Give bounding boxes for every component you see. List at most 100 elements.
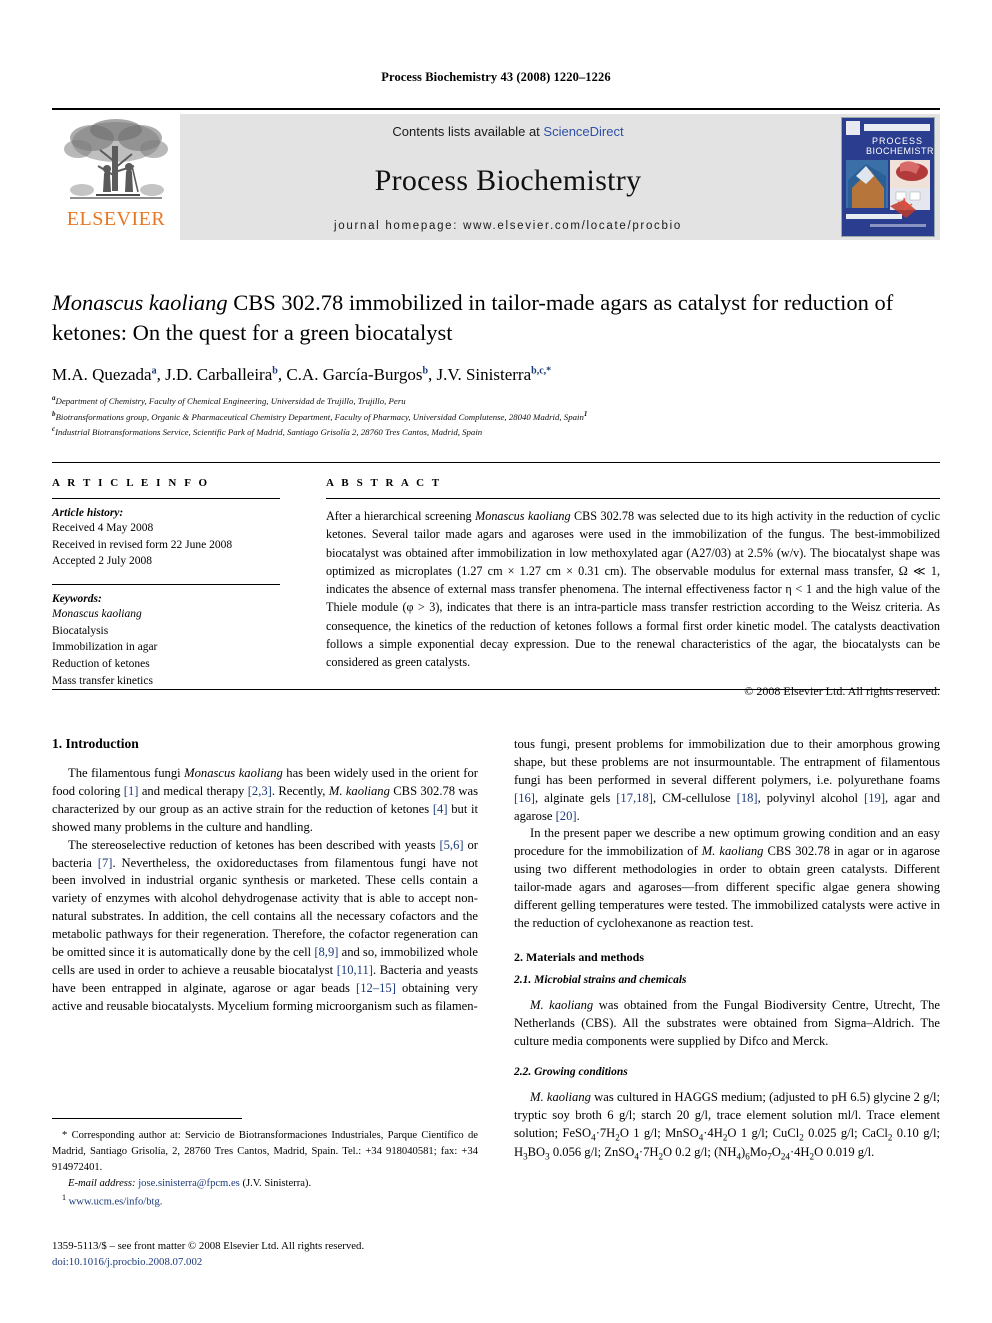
chem-sub: 24 xyxy=(780,1151,790,1162)
intro-paragraph-1: The filamentous fungi Monascus kaoliang … xyxy=(52,765,478,837)
author-affil-mark: a xyxy=(151,365,157,377)
subsection-heading-2-1: 2.1. Microbial strains and chemicals xyxy=(514,974,687,987)
author-affil-mark: b xyxy=(272,365,278,377)
email-note: E-mail address: jose.sinisterra@fpcm.es … xyxy=(52,1176,478,1192)
sciencedirect-link[interactable]: ScienceDirect xyxy=(543,124,623,139)
citation-ref[interactable]: [19] xyxy=(864,791,885,805)
issn-copyright: 1359-5113/$ – see front matter © 2008 El… xyxy=(52,1240,365,1252)
citation-ref[interactable]: [10,11] xyxy=(337,963,373,977)
keyword-item: Reduction of ketones xyxy=(52,658,150,671)
author-name[interactable]: C.A. García-Burgos xyxy=(286,365,422,384)
article-history-heading: Article history: xyxy=(52,507,124,519)
citation-ref[interactable]: [4] xyxy=(433,802,448,816)
intro-paragraph-2: The stereoselective reduction of ketones… xyxy=(52,837,478,1016)
citation-ref[interactable]: [1] xyxy=(124,784,139,798)
journal-masthead: ELSEVIER Contents lists available at Sci… xyxy=(52,108,940,240)
citation-ref[interactable]: [20] xyxy=(556,809,577,823)
affiliation-list: aDepartment of Chemistry, Faculty of Che… xyxy=(52,393,940,440)
masthead-center: Contents lists available at ScienceDirec… xyxy=(180,114,836,240)
abstract-text: After a hierarchical screening Monascus … xyxy=(326,507,940,672)
elsevier-wordmark: ELSEVIER xyxy=(66,208,166,230)
footer-block: 1359-5113/$ – see front matter © 2008 El… xyxy=(52,1238,552,1270)
text-run: , alginate gels xyxy=(534,790,617,805)
text-run: O 0.019 g/l. xyxy=(814,1145,875,1160)
email-link[interactable]: jose.sinisterra@fpcm.es xyxy=(138,1178,240,1189)
citation-ref[interactable]: [8,9] xyxy=(314,945,338,959)
citation-ref[interactable]: [12–15] xyxy=(356,981,396,995)
journal-homepage-link[interactable]: journal homepage: www.elsevier.com/locat… xyxy=(334,220,682,232)
url-note: 1 www.ucm.es/info/btg. xyxy=(52,1192,478,1210)
text-run: ·4H xyxy=(703,1125,723,1140)
citation-ref[interactable]: [17,18] xyxy=(616,791,653,805)
keywords-heading: Keywords: xyxy=(52,593,102,606)
text-run: tous fungi, present problems for immobil… xyxy=(514,737,940,787)
keyword-item: Mass transfer kinetics xyxy=(52,674,153,687)
author-name[interactable]: J.V. Sinisterra xyxy=(437,365,532,384)
organism-name: M. kaoliang xyxy=(530,1090,591,1105)
contents-available-line: Contents lists available at ScienceDirec… xyxy=(392,124,623,139)
text-run: . Nevertheless, the oxidoreductases from… xyxy=(52,855,478,959)
article-info-label: A R T I C L E I N F O xyxy=(52,477,210,489)
citation-ref[interactable]: [16] xyxy=(514,791,535,805)
text-run: O xyxy=(771,1145,781,1160)
corresponding-author-note: * Corresponding author at: Servicio de B… xyxy=(52,1130,478,1173)
title-organism: Monascus kaoliang xyxy=(52,290,228,315)
article-info-column: A R T I C L E I N F O Article history: R… xyxy=(52,477,304,699)
citation-ref[interactable]: [7] xyxy=(98,856,113,870)
affiliation-item: bBiotransformations group, Organic & Pha… xyxy=(52,409,940,425)
author-list: M.A. Quezadaa, J.D. Carballeirab, C.A. G… xyxy=(52,365,552,384)
intro-paragraph-4: In the present paper we describe a new o… xyxy=(514,825,940,932)
affiliation-item: cIndustrial Biotransformations Service, … xyxy=(52,424,940,440)
abstract-pre: After a hierarchical screening xyxy=(326,509,476,523)
materials-paragraph: M. kaoliang was obtained from the Fungal… xyxy=(514,997,940,1051)
citation-ref[interactable]: [2,3] xyxy=(248,784,272,798)
divider xyxy=(326,498,940,499)
elsevier-tree-icon xyxy=(64,119,168,199)
right-column: tous fungi, present problems for immobil… xyxy=(514,736,940,1164)
email-label: E-mail address: xyxy=(68,1177,136,1189)
keyword-item: Biocatalysis xyxy=(52,624,109,637)
author-affil-mark: b xyxy=(422,365,429,377)
text-run: BO xyxy=(527,1145,546,1160)
left-column: 1. Introduction The filamentous fungi Mo… xyxy=(52,736,478,1015)
text-run: ·7H xyxy=(638,1145,659,1160)
email-author: (J.V. Sinisterra). xyxy=(242,1177,312,1189)
text-run: The filamentous fungi xyxy=(68,766,185,781)
doi-link[interactable]: doi:10.1016/j.procbio.2008.07.002 xyxy=(52,1254,552,1270)
journal-title: Process Biochemistry xyxy=(374,164,642,197)
affiliation-text: Department of Chemistry, Faculty of Chem… xyxy=(55,395,406,406)
text-run: , polyvinyl alcohol xyxy=(757,790,865,805)
text-run: , CM-cellulose xyxy=(652,790,737,805)
footnote-block: * Corresponding author at: Servicio de B… xyxy=(52,1128,478,1210)
text-run: . Recently, xyxy=(271,784,329,799)
subsection-heading-2-2: 2.2. Growing conditions xyxy=(514,1066,628,1079)
running-head: Process Biochemistry 43 (2008) 1220–1226 xyxy=(381,70,611,84)
affiliation-text: Industrial Biotransformations Service, S… xyxy=(55,427,483,438)
footnote-mark: 1 xyxy=(62,1192,66,1202)
history-received: Received 4 May 2008 xyxy=(52,522,154,534)
organism-name: M. kaoliang xyxy=(701,844,764,859)
journal-cover-thumbnail[interactable]: PROCESS BIOCHEMISTRY xyxy=(841,117,935,237)
abstract-post: CBS 302.78 was selected due to its high … xyxy=(326,509,940,670)
author-name[interactable]: M.A. Quezada xyxy=(52,365,152,384)
affiliation-item: aDepartment of Chemistry, Faculty of Che… xyxy=(52,393,940,409)
citation-ref[interactable]: [5,6] xyxy=(439,838,463,852)
affiliation-note-mark: 1 xyxy=(583,409,588,418)
author-name[interactable]: J.D. Carballeira xyxy=(165,365,272,384)
abstract-column: A B S T R A C T After a hierarchical scr… xyxy=(304,477,940,699)
paper-page: Process Biochemistry 43 (2008) 1220–1226 xyxy=(0,0,992,1323)
section-heading-introduction: 1. Introduction xyxy=(52,736,139,751)
text-run: Mo xyxy=(749,1145,768,1160)
elsevier-logo: ELSEVIER xyxy=(52,114,180,240)
intro-paragraph-3: tous fungi, present problems for immobil… xyxy=(514,736,940,825)
text-run: O 1 g/l; CuCl xyxy=(727,1125,800,1140)
cover-artwork-icon: PROCESS BIOCHEMISTRY xyxy=(842,118,934,236)
growing-conditions-paragraph: M. kaoliang was cultured in HAGGS medium… xyxy=(514,1089,940,1164)
history-accepted: Accepted 2 July 2008 xyxy=(52,555,152,568)
article-title: Monascus kaoliang CBS 302.78 immobilized… xyxy=(52,288,940,347)
divider xyxy=(52,498,280,499)
citation-ref[interactable]: [18] xyxy=(737,791,758,805)
text-run: O 0.2 g/l; (NH xyxy=(663,1145,737,1160)
group-url-link[interactable]: www.ucm.es/info/btg. xyxy=(69,1196,163,1207)
author-affil-mark: b,c,* xyxy=(531,365,552,377)
